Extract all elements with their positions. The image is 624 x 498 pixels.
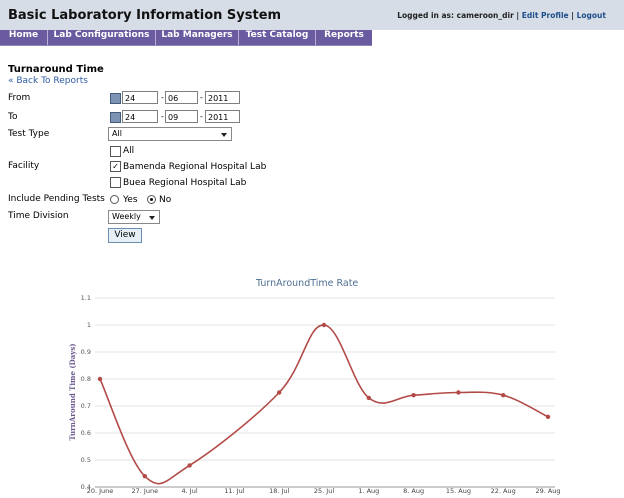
x-tick-label: 11. Jul bbox=[224, 487, 244, 495]
y-tick-label: 0.5 bbox=[81, 456, 91, 464]
y-tick-label: 0.8 bbox=[81, 375, 91, 383]
data-point bbox=[321, 322, 327, 328]
turnaround-chart: 0.40.50.60.70.80.911.120. June 27. June 4.… bbox=[68, 294, 561, 495]
data-point bbox=[97, 376, 103, 382]
data-point bbox=[277, 390, 282, 395]
x-tick-label: 27. June bbox=[132, 487, 159, 495]
data-point bbox=[456, 390, 461, 395]
x-tick-label: 25. Jul bbox=[314, 487, 334, 495]
data-point bbox=[366, 395, 371, 401]
y-tick-label: 1 bbox=[87, 321, 91, 329]
y-tick-label: 1.1 bbox=[81, 294, 91, 302]
x-tick-label: 22. Aug bbox=[491, 487, 516, 495]
y-tick-label: 0.9 bbox=[81, 348, 91, 356]
x-tick-label: 1. Aug bbox=[358, 487, 379, 495]
data-point bbox=[411, 393, 416, 398]
x-tick-label: 20. June bbox=[87, 487, 114, 495]
x-tick-label: 8. Aug bbox=[403, 487, 424, 495]
x-tick-label: 18. Jul bbox=[269, 487, 289, 495]
y-axis-label: TurnAround Time (Days) bbox=[68, 343, 77, 440]
x-tick-label: 4. Jul bbox=[182, 487, 198, 495]
data-point bbox=[142, 474, 147, 479]
data-point bbox=[545, 414, 551, 419]
data-point bbox=[501, 393, 506, 398]
x-tick-label: 15. Aug bbox=[446, 487, 471, 495]
data-point bbox=[187, 463, 192, 468]
y-tick-label: 0.6 bbox=[81, 429, 91, 437]
y-tick-label: 0.7 bbox=[81, 402, 91, 410]
x-tick-label: 29. Aug bbox=[535, 487, 560, 495]
